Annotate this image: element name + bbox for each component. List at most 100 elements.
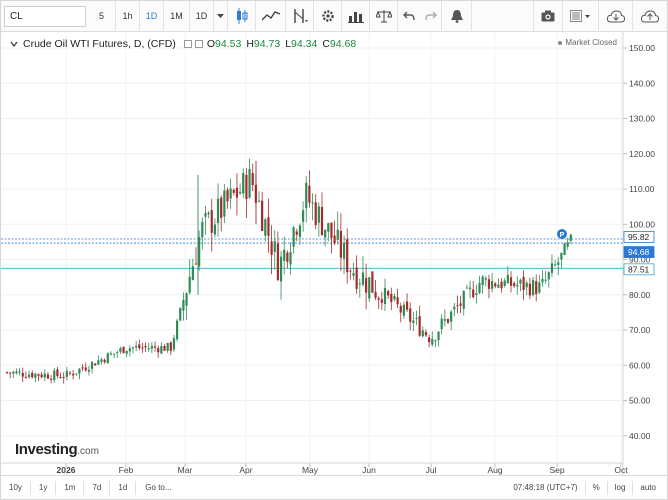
symbol-input[interactable]: CL: [4, 5, 86, 27]
range-10y[interactable]: 10y: [1, 480, 31, 495]
close-value: 94.68: [329, 38, 357, 50]
candle-body: [131, 347, 135, 349]
range-1y[interactable]: 1y: [31, 480, 57, 495]
candle-body: [500, 281, 503, 289]
interval-select[interactable]: 1D: [190, 0, 214, 32]
candles-icon[interactable]: [228, 0, 256, 32]
candle-body: [37, 374, 40, 376]
candle-body: [106, 353, 109, 364]
candle-body: [239, 191, 242, 194]
candle-body: [550, 263, 554, 273]
open-value: 94.53: [215, 38, 242, 50]
candle-body: [122, 346, 125, 354]
candle-body: [396, 297, 399, 305]
percent-toggle[interactable]: %: [584, 481, 607, 495]
cloud-save-icon[interactable]: [633, 1, 667, 32]
candle-body: [516, 284, 519, 287]
chart-template-icon[interactable]: [342, 0, 370, 32]
candle-body: [346, 239, 349, 273]
candle-body: [125, 350, 128, 354]
candle-body: [494, 283, 497, 287]
candle-body: [78, 368, 81, 374]
candle-body: [31, 372, 34, 378]
candle-body: [431, 338, 434, 345]
candle-body: [437, 331, 440, 341]
price-tag-label: 87.51: [628, 264, 650, 274]
candle-body: [144, 346, 147, 348]
candle-body: [491, 280, 494, 289]
candle-body: [377, 298, 380, 300]
undo-icon[interactable]: [398, 1, 420, 32]
candle-body: [220, 197, 223, 218]
settings-icon[interactable]: [314, 0, 342, 32]
candle-body: [450, 311, 453, 322]
legend-visibility-icon[interactable]: [183, 40, 192, 48]
redo-icon[interactable]: [420, 0, 442, 32]
high-label: H: [246, 38, 254, 50]
cloud-load-icon[interactable]: [599, 0, 633, 32]
candle-body: [109, 353, 113, 355]
range-7d[interactable]: 7d: [84, 480, 111, 495]
market-status: Market Closed: [558, 38, 617, 47]
candle-body: [245, 174, 248, 200]
interval-1h[interactable]: 1h: [116, 0, 140, 32]
interval-1m[interactable]: 1M: [164, 0, 190, 32]
collapse-chevron-icon[interactable]: [9, 39, 19, 49]
range-1m[interactable]: 1m: [56, 480, 85, 495]
candle-body: [153, 346, 157, 348]
candle-body: [210, 210, 213, 233]
candle-body: [226, 189, 229, 202]
candle-body: [361, 272, 365, 285]
dropdown-icon[interactable]: [214, 0, 228, 32]
candle-body: [421, 330, 424, 337]
candle-body: [34, 373, 37, 378]
candle-body: [513, 283, 516, 286]
candle-body: [15, 371, 18, 374]
log-toggle[interactable]: log: [606, 481, 633, 495]
candle-body: [232, 189, 235, 193]
candle-body: [18, 371, 21, 373]
price-tags: 95.82 94.68 87.51: [623, 231, 655, 276]
interval-1d[interactable]: 1D: [140, 0, 164, 32]
candle-body: [172, 338, 176, 350]
balance-icon[interactable]: [370, 0, 398, 32]
window-layout-icon[interactable]: [563, 0, 599, 32]
candle-body: [387, 291, 390, 296]
legend-settings-icon[interactable]: [194, 40, 203, 48]
candle-body: [279, 256, 283, 282]
camera-icon[interactable]: [533, 0, 563, 32]
candle-body: [349, 270, 352, 272]
y-tick-label: 120.00: [629, 149, 655, 159]
candle-body: [554, 264, 557, 266]
candle-body: [538, 282, 541, 293]
candle-body: [179, 307, 182, 321]
candle-body: [242, 173, 245, 194]
interval-5[interactable]: 5: [88, 0, 116, 32]
candle-body: [292, 227, 295, 247]
range-1d[interactable]: 1d: [110, 480, 137, 495]
p-marker-icon[interactable]: P: [557, 229, 567, 239]
candle-body: [56, 369, 59, 376]
candle-body: [506, 274, 509, 284]
price-tag-label: 95.82: [628, 232, 650, 242]
candle-body: [257, 200, 261, 202]
candle-body: [261, 200, 264, 232]
auto-toggle[interactable]: auto: [632, 481, 663, 495]
indicators-icon[interactable]: [256, 0, 286, 32]
candle-body: [336, 229, 339, 240]
candle-body: [541, 278, 544, 283]
candle-body: [188, 276, 191, 293]
candle-body: [412, 320, 415, 324]
x-tick-label: Jul: [426, 465, 437, 475]
candle-body: [157, 348, 160, 353]
brand-name: Investing: [15, 441, 78, 458]
goto-button[interactable]: Go to...: [136, 483, 171, 492]
candle-body: [283, 249, 286, 261]
drawing-tool-icon[interactable]: [286, 0, 314, 32]
brand-domain: .com: [77, 446, 99, 457]
candle-body: [128, 348, 131, 352]
candle-body: [478, 282, 481, 293]
alert-icon[interactable]: [442, 0, 472, 32]
candle-body: [21, 372, 24, 377]
price-chart[interactable]: 150.00140.00130.00120.00110.00100.0090.0…: [1, 32, 667, 475]
